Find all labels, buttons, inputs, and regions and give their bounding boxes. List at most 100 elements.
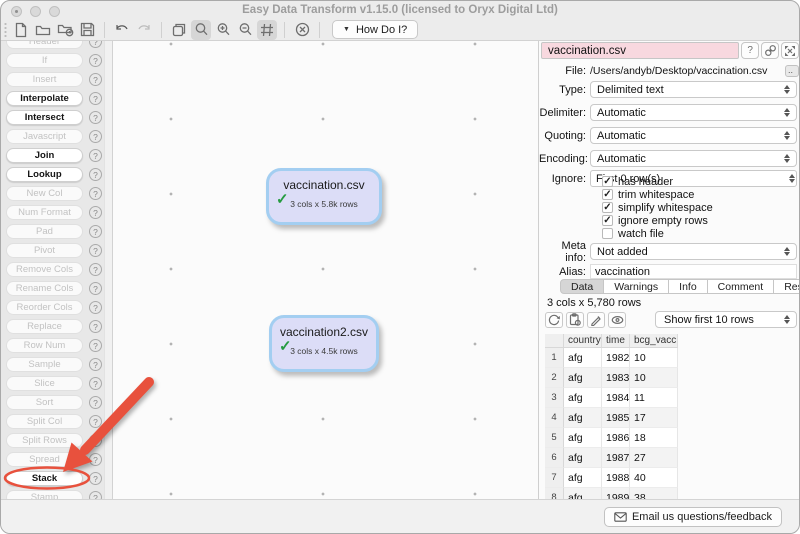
toolbar-drag-handle[interactable] [4, 22, 7, 38]
checkbox-icon[interactable]: ✓ [602, 215, 613, 226]
sidebar-item-sample[interactable]: Sample [6, 357, 83, 372]
sidebar-item-intersect[interactable]: Intersect [6, 110, 83, 125]
checkbox-ignore-empty-rows[interactable]: ✓ignore empty rows [602, 214, 713, 227]
node-vaccination-csv[interactable]: ✓ vaccination.csv 3 cols x 5.8k rows [266, 168, 382, 225]
sidebar-item-reorder-cols[interactable]: Reorder Cols [6, 300, 83, 315]
link-button[interactable] [761, 42, 779, 59]
help-icon[interactable]: ? [89, 282, 102, 295]
help-icon[interactable]: ? [89, 320, 102, 333]
tab-data[interactable]: Data [560, 279, 604, 294]
save-button[interactable] [77, 20, 97, 40]
help-icon[interactable]: ? [89, 130, 102, 143]
copy-button[interactable] [566, 312, 584, 328]
stepper-arrows-icon[interactable] [788, 173, 796, 184]
sidebar-item-split-col[interactable]: Split Col [6, 414, 83, 429]
tab-results[interactable]: Results [773, 279, 800, 294]
help-icon[interactable]: ? [89, 415, 102, 428]
zoom-tool-button[interactable] [191, 20, 211, 40]
help-icon[interactable]: ? [89, 244, 102, 257]
checkbox-watch-file[interactable]: watch file [602, 227, 713, 240]
sidebar-item-replace[interactable]: Replace [6, 319, 83, 334]
meta-info-popup[interactable]: Not added [590, 243, 797, 260]
sidebar-item-if[interactable]: If [6, 53, 83, 68]
checkbox-simplify-whitespace[interactable]: ✓simplify whitespace [602, 201, 713, 214]
node-name-field[interactable]: vaccination.csv [541, 42, 739, 59]
sidebar-item-split-rows[interactable]: Split Rows [6, 433, 83, 448]
quoting--popup[interactable]: Automatic [590, 127, 797, 144]
sidebar-item-num-format[interactable]: Num Format [6, 205, 83, 220]
help-icon[interactable]: ? [89, 187, 102, 200]
show-rows-popup[interactable]: Show first 10 rows [655, 311, 797, 328]
toggle-grid-button[interactable] [257, 20, 277, 40]
help-icon[interactable]: ? [89, 472, 102, 485]
preview-button[interactable] [608, 312, 626, 328]
sidebar-item-lookup[interactable]: Lookup [6, 167, 83, 182]
undo-button[interactable] [112, 20, 132, 40]
delimiter--popup[interactable]: Automatic [590, 104, 797, 121]
help-icon[interactable]: ? [89, 434, 102, 447]
encoding--popup[interactable]: Automatic [590, 150, 797, 167]
tab-info[interactable]: Info [668, 279, 708, 294]
sidebar-item-join[interactable]: Join [6, 148, 83, 163]
help-icon[interactable]: ? [89, 92, 102, 105]
sidebar-item-stack[interactable]: Stack [6, 471, 83, 486]
checkbox-icon[interactable]: ✓ [602, 189, 613, 200]
sidebar-item-sort[interactable]: Sort [6, 395, 83, 410]
sidebar-scrollbar-gutter[interactable] [104, 41, 112, 501]
help-icon[interactable]: ? [89, 54, 102, 67]
edit-button[interactable] [587, 312, 605, 328]
help-icon[interactable]: ? [89, 206, 102, 219]
expand-button[interactable] [781, 42, 799, 59]
help-icon[interactable]: ? [89, 111, 102, 124]
refresh-button[interactable] [545, 312, 563, 328]
open-file-button[interactable] [33, 20, 53, 40]
help-icon[interactable]: ? [89, 225, 102, 238]
type--popup[interactable]: Delimited text [590, 81, 797, 98]
quoting--row: Quoting:Automatic [539, 127, 797, 144]
help-button[interactable]: ? [741, 42, 759, 59]
cancel-button[interactable] [292, 20, 312, 40]
tab-warnings[interactable]: Warnings [603, 279, 669, 294]
sidebar-item-remove-cols[interactable]: Remove Cols [6, 262, 83, 277]
checkbox-icon[interactable]: ✓ [602, 202, 613, 213]
browse-button[interactable]: .. [785, 65, 799, 77]
checkbox-icon[interactable]: ✓ [602, 176, 613, 187]
sidebar-item-javascript[interactable]: Javascript [6, 129, 83, 144]
sidebar-item-rename-cols[interactable]: Rename Cols [6, 281, 83, 296]
how-do-i-button[interactable]: ▼ How Do I? [332, 20, 418, 39]
help-icon[interactable]: ? [89, 396, 102, 409]
sidebar-item-new-col[interactable]: New Col [6, 186, 83, 201]
help-icon[interactable]: ? [89, 358, 102, 371]
help-icon[interactable]: ? [89, 453, 102, 466]
help-icon[interactable]: ? [89, 263, 102, 276]
zoom-out-button[interactable] [235, 20, 255, 40]
help-icon[interactable]: ? [89, 149, 102, 162]
redo-button[interactable] [134, 20, 154, 40]
flow-canvas[interactable]: ✓ vaccination.csv 3 cols x 5.8k rows ✓ v… [113, 41, 538, 501]
sidebar-item-row-num[interactable]: Row Num [6, 338, 83, 353]
checkbox-trim-whitespace[interactable]: ✓trim whitespace [602, 188, 713, 201]
help-icon[interactable]: ? [89, 377, 102, 390]
sidebar-item-spread[interactable]: Spread [6, 452, 83, 467]
sidebar-item-interpolate[interactable]: Interpolate [6, 91, 83, 106]
checkbox-icon[interactable] [602, 228, 613, 239]
help-icon[interactable]: ? [89, 73, 102, 86]
open-recent-button[interactable] [55, 20, 75, 40]
zoom-in-button[interactable] [213, 20, 233, 40]
alias-field[interactable]: vaccination [590, 264, 797, 279]
node-vaccination2-csv[interactable]: ✓ vaccination2.csv 3 cols x 4.5k rows [269, 315, 379, 372]
new-file-button[interactable] [11, 20, 31, 40]
sidebar-item-header[interactable]: Header [6, 41, 83, 49]
checkbox-has-header[interactable]: ✓has header [602, 175, 713, 188]
sidebar-item-pivot[interactable]: Pivot [6, 243, 83, 258]
help-icon[interactable]: ? [89, 339, 102, 352]
help-icon[interactable]: ? [89, 301, 102, 314]
sidebar-item-pad[interactable]: Pad [6, 224, 83, 239]
sidebar-item-slice[interactable]: Slice [6, 376, 83, 391]
tab-comment[interactable]: Comment [707, 279, 775, 294]
duplicate-button[interactable] [169, 20, 189, 40]
help-icon[interactable]: ? [89, 168, 102, 181]
email-feedback-button[interactable]: Email us questions/feedback [604, 507, 782, 527]
help-icon[interactable]: ? [89, 41, 102, 48]
sidebar-item-insert[interactable]: Insert [6, 72, 83, 87]
